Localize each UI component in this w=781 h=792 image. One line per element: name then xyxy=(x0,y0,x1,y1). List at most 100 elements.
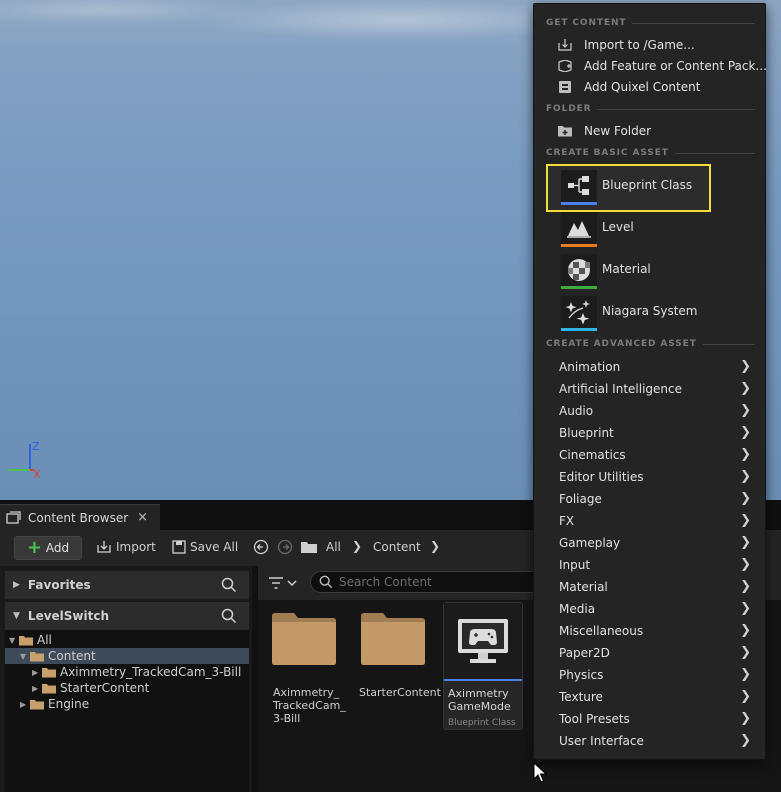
chevron-right-icon: ❯ xyxy=(740,711,751,726)
submenu-tool-presets[interactable]: Tool Presets ❯ xyxy=(559,709,759,729)
chevron-right-icon: ❯ xyxy=(740,381,751,396)
tree-item-startercontent[interactable]: ▶ StarterContent xyxy=(32,680,149,696)
submenu-texture[interactable]: Texture ❯ xyxy=(559,687,759,707)
import-button[interactable]: Import xyxy=(96,540,156,554)
tab-label: Content Browser xyxy=(28,510,129,525)
search-icon xyxy=(319,575,333,589)
breadcrumb-content[interactable]: Content xyxy=(373,540,421,554)
submenu-animation[interactable]: Animation ❯ xyxy=(559,357,759,377)
submenu-label: Miscellaneous xyxy=(559,624,644,638)
folder-open-icon xyxy=(19,635,33,645)
chevron-right-icon: ❯ xyxy=(740,601,751,616)
filter-icon[interactable] xyxy=(268,576,298,590)
submenu-label: Animation xyxy=(559,360,621,374)
import-icon xyxy=(97,541,111,553)
submenu-material[interactable]: Material ❯ xyxy=(559,577,759,597)
axis-gizmo-icon: Z X xyxy=(8,440,41,480)
submenu-foliage[interactable]: Foliage ❯ xyxy=(559,489,759,509)
submenu-audio[interactable]: Audio ❯ xyxy=(559,401,759,421)
menu-section-header: FOLDER xyxy=(546,103,755,115)
chevron-right-icon: ❯ xyxy=(740,535,751,550)
asset-type-color-bar xyxy=(561,286,597,289)
asset-blueprint-gamemode[interactable]: Aximmetry GameMode Blueprint Class xyxy=(443,602,523,730)
header-label: CREATE BASIC ASSET xyxy=(546,148,675,158)
save-all-button[interactable]: Save All xyxy=(172,540,238,554)
asset-folder-aximmetry[interactable] xyxy=(270,612,342,669)
menu-item-blueprint-class[interactable]: Blueprint Class xyxy=(560,167,710,205)
chevron-right-icon: ❯ xyxy=(740,447,751,462)
expanded-arrow-icon: ▼ xyxy=(9,635,16,645)
tree-item-label: All xyxy=(37,633,52,647)
menu-section-header: CREATE BASIC ASSET xyxy=(546,147,755,159)
submenu-label: Foliage xyxy=(559,492,602,506)
submenu-label: Input xyxy=(559,558,591,572)
folder-icon xyxy=(301,542,317,553)
asset-type-color-bar xyxy=(561,202,597,205)
asset-type-color-bar xyxy=(561,328,597,331)
chevron-right-icon: ❯ xyxy=(740,557,751,572)
submenu-paper2d[interactable]: Paper2D ❯ xyxy=(559,643,759,663)
submenu-blueprint[interactable]: Blueprint ❯ xyxy=(559,423,759,443)
submenu-artificial-intelligence[interactable]: Artificial Intelligence ❯ xyxy=(559,379,759,399)
breadcrumb-chevron-icon[interactable]: ❯ xyxy=(430,539,440,553)
breadcrumb-chevron-icon[interactable]: ❯ xyxy=(352,539,362,553)
asset-folder-startercontent[interactable] xyxy=(359,612,431,669)
axis-x-label: X xyxy=(33,468,41,480)
submenu-label: Artificial Intelligence xyxy=(559,382,682,396)
mouse-cursor-icon xyxy=(533,762,547,783)
quixel-icon xyxy=(559,81,571,93)
submenu-input[interactable]: Input ❯ xyxy=(559,555,759,575)
tab-content-browser[interactable]: Content Browser × xyxy=(0,504,160,530)
submenu-label: Cinematics xyxy=(559,448,626,462)
submenu-media[interactable]: Media ❯ xyxy=(559,599,759,619)
gamemode-icon xyxy=(458,619,508,663)
asset-type-color-bar xyxy=(561,244,597,247)
submenu-physics[interactable]: Physics ❯ xyxy=(559,665,759,685)
search-placeholder: Search Content xyxy=(339,575,432,589)
collapsed-arrow-icon: ▶ xyxy=(32,683,39,693)
header-label: CREATE ADVANCED ASSET xyxy=(546,339,703,349)
search-icon[interactable] xyxy=(221,608,237,624)
blueprint-class-icon xyxy=(568,176,589,195)
submenu-label: Paper2D xyxy=(559,646,610,660)
submenu-gameplay[interactable]: Gameplay ❯ xyxy=(559,533,759,553)
collapsed-arrow-icon: ▶ xyxy=(13,580,20,590)
tree-item-content[interactable]: ▼ Content xyxy=(20,648,96,664)
collapsed-arrow-icon: ▶ xyxy=(32,667,39,677)
project-header[interactable]: ▼ LevelSwitch xyxy=(5,602,249,630)
submenu-label: Physics xyxy=(559,668,604,682)
expanded-arrow-icon: ▼ xyxy=(13,611,20,621)
submenu-cinematics[interactable]: Cinematics ❯ xyxy=(559,445,759,465)
breadcrumb-all[interactable]: All xyxy=(326,540,341,554)
menu-section-header: CREATE ADVANCED ASSET xyxy=(546,338,755,350)
submenu-label: FX xyxy=(559,514,575,528)
plus-icon: + xyxy=(26,537,42,558)
asset-thumbnail xyxy=(561,212,597,244)
niagara-system-icon xyxy=(565,300,590,325)
tree-item-engine[interactable]: ▶ Engine xyxy=(20,696,89,712)
tree-item-aximmetry[interactable]: ▶ Aximmetry_TrackedCam_3-Bill xyxy=(32,664,241,680)
save-icon xyxy=(172,540,186,554)
submenu-editor-utilities[interactable]: Editor Utilities ❯ xyxy=(559,467,759,487)
menu-item-material[interactable]: Material xyxy=(560,251,710,289)
submenu-user-interface[interactable]: User Interface ❯ xyxy=(559,731,759,751)
close-tab-icon[interactable]: × xyxy=(137,510,148,525)
submenu-miscellaneous[interactable]: Miscellaneous ❯ xyxy=(559,621,759,641)
add-button[interactable]: + Add xyxy=(14,536,82,560)
search-content-input[interactable]: Search Content xyxy=(310,571,550,593)
submenu-label: User Interface xyxy=(559,734,644,748)
history-back-icon[interactable] xyxy=(253,539,269,555)
import-icon xyxy=(558,39,572,51)
history-forward-icon[interactable] xyxy=(277,539,293,555)
menu-item-level[interactable]: Level xyxy=(560,209,710,247)
favorites-header[interactable]: ▶ Favorites xyxy=(5,571,249,599)
asset-label: StarterContent xyxy=(359,686,441,699)
content-browser-icon xyxy=(6,510,21,524)
tree-item-all[interactable]: ▼ All xyxy=(9,632,52,648)
submenu-fx[interactable]: FX ❯ xyxy=(559,511,759,531)
menu-item-niagara-system[interactable]: Niagara System xyxy=(560,293,710,331)
menu-item-label: Add Feature or Content Pack... xyxy=(584,59,767,73)
search-icon[interactable] xyxy=(221,577,237,593)
add-button-label: Add xyxy=(45,541,70,555)
level-icon xyxy=(567,221,591,238)
